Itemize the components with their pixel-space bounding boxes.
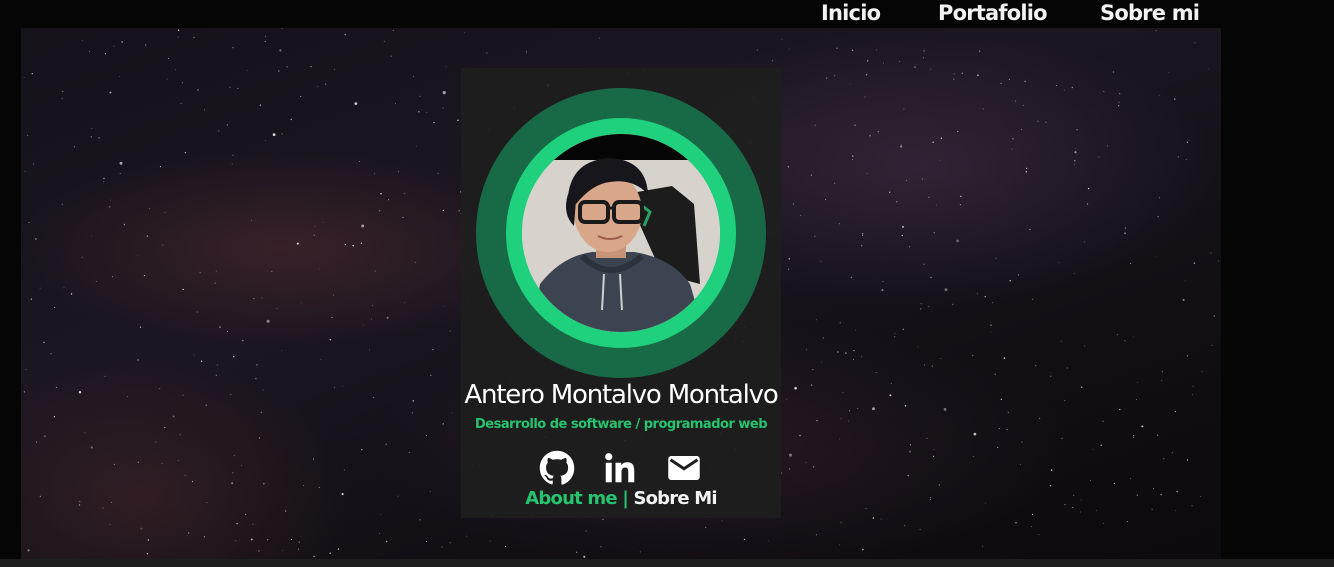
- nav-link-sobre-mi[interactable]: Sobre mi: [1100, 1, 1200, 25]
- nav-link-inicio[interactable]: Inicio: [821, 1, 881, 25]
- social-links: [539, 450, 709, 486]
- profile-name: Antero Montalvo Montalvo: [464, 380, 778, 410]
- nav-link-portafolio[interactable]: Portafolio: [938, 1, 1048, 25]
- profile-role: Desarrollo de software / programador web: [475, 417, 768, 432]
- about-me-link[interactable]: About me: [525, 488, 617, 509]
- linkedin-icon[interactable]: [602, 450, 638, 486]
- avatar-photo: [522, 134, 720, 332]
- about-links: About me | Sobre Mi: [461, 488, 781, 509]
- sobre-mi-link[interactable]: Sobre Mi: [633, 488, 717, 509]
- about-separator: |: [622, 488, 629, 509]
- top-nav: Inicio Portafolio Sobre mi: [0, 0, 1334, 28]
- github-icon[interactable]: [539, 450, 575, 486]
- bottom-bar: [0, 559, 1334, 567]
- avatar: [522, 134, 720, 332]
- profile-card: Antero Montalvo Montalvo Desarrollo de s…: [461, 68, 781, 518]
- mail-icon[interactable]: [666, 450, 702, 486]
